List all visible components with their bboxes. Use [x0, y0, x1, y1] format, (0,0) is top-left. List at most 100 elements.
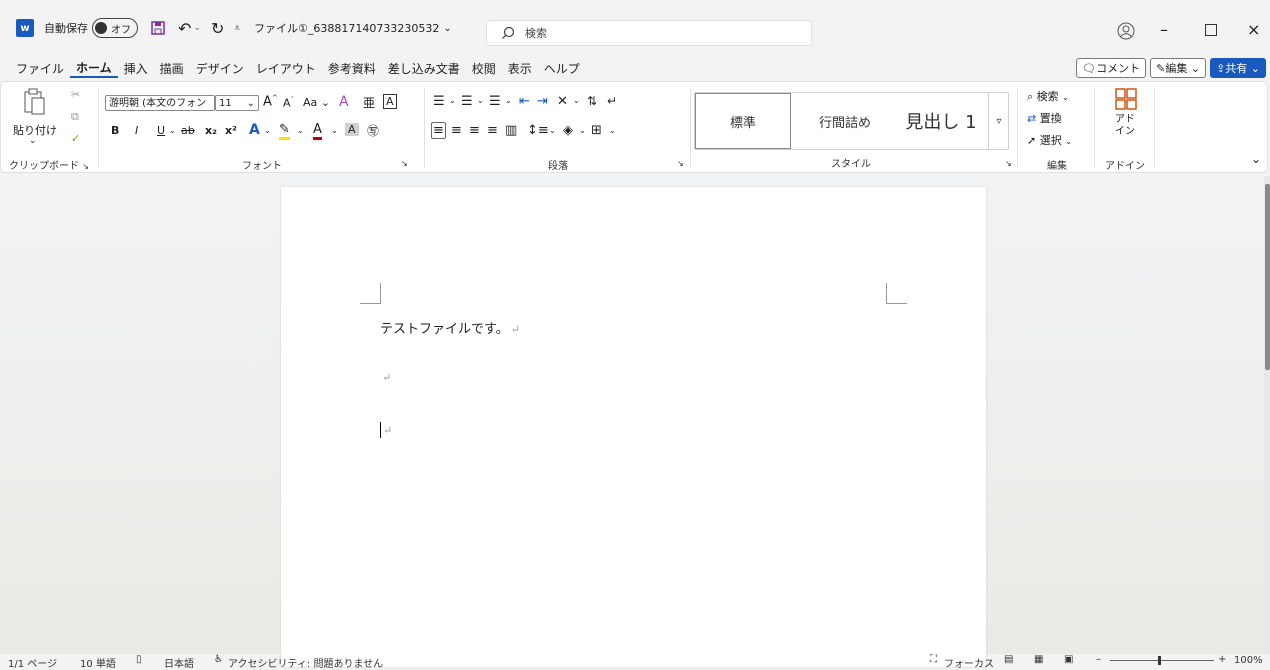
chevron-down-icon[interactable]: ⌄ — [505, 96, 512, 105]
grow-font-button[interactable]: A^ — [263, 94, 278, 109]
dialog-launcher-icon[interactable]: ↘ — [401, 159, 408, 168]
shrink-font-button[interactable]: Aˇ — [283, 96, 294, 110]
comments-button[interactable]: 🗨コメント — [1076, 58, 1147, 78]
shading-icon[interactable]: ◈ — [563, 123, 573, 138]
share-button[interactable]: ⇪共有 ⌄ — [1210, 58, 1266, 78]
minimize-icon[interactable]: – — [1160, 20, 1168, 39]
cut-icon[interactable]: ✂ — [71, 88, 80, 101]
tab-review[interactable]: 校閲 — [466, 60, 502, 77]
proofing-icon[interactable]: ▯ — [136, 654, 142, 665]
font-name-select[interactable]: 游明朝 (本文のフォン — [105, 95, 215, 111]
addins-button[interactable]: アド イン — [1115, 114, 1135, 138]
tab-view[interactable]: 表示 — [502, 60, 538, 77]
sort-icon[interactable]: ⇅ — [587, 94, 597, 108]
chevron-down-icon[interactable]: ⌄ — [477, 96, 484, 105]
underline-dropdown-icon[interactable]: ⌄ — [169, 126, 176, 135]
zoom-slider-thumb[interactable] — [1158, 656, 1161, 665]
chevron-down-icon[interactable]: ⌄ — [331, 126, 338, 135]
character-border-icon[interactable]: A — [383, 94, 397, 109]
superscript-button[interactable]: x² — [225, 124, 237, 137]
align-right-icon[interactable]: ≡ — [469, 123, 480, 138]
chevron-down-icon[interactable]: ⌄ — [579, 126, 586, 135]
chevron-down-icon[interactable]: ⌄ — [609, 126, 616, 135]
search-box[interactable]: 検索 — [486, 20, 812, 46]
read-mode-icon[interactable]: ▤ — [1004, 654, 1013, 665]
bullets-icon[interactable]: ☰ — [433, 94, 445, 109]
asian-layout-icon[interactable]: ✕ — [557, 94, 568, 109]
document-paragraph[interactable]: テストファイルです。 ↵ — [380, 318, 520, 337]
tab-draw[interactable]: 描画 — [154, 60, 190, 77]
undo-icon[interactable]: ↶ — [178, 19, 191, 38]
tab-layout[interactable]: レイアウト — [250, 60, 322, 77]
numbering-icon[interactable]: ☰ — [461, 94, 473, 109]
close-icon[interactable]: × — [1247, 20, 1260, 39]
maximize-icon[interactable] — [1205, 24, 1217, 36]
select-button[interactable]: ➚ 選択 ⌄ — [1027, 132, 1072, 148]
multilevel-list-icon[interactable]: ☰ — [489, 94, 501, 109]
customize-toolbar-icon[interactable]: ⩡ — [234, 23, 240, 34]
document-paragraph[interactable]: ↵ — [380, 370, 391, 385]
character-shading-icon[interactable]: A — [345, 123, 359, 136]
clear-formatting-icon[interactable]: A — [339, 94, 349, 110]
scrollbar-thumb[interactable] — [1265, 184, 1270, 370]
account-icon[interactable] — [1117, 22, 1135, 40]
chevron-down-icon[interactable]: ⌄ — [264, 126, 271, 135]
replace-button[interactable]: ⇄ 置換 — [1027, 110, 1062, 126]
styles-more-button[interactable]: ▿ — [988, 93, 1009, 149]
subscript-button[interactable]: x₂ — [205, 124, 217, 137]
paste-dropdown-icon[interactable]: ⌄ — [29, 136, 37, 146]
find-button[interactable]: ⌕ 検索 ⌄ — [1027, 88, 1069, 104]
bold-button[interactable]: B — [111, 124, 119, 137]
tab-mailings[interactable]: 差し込み文書 — [382, 60, 466, 77]
enclose-characters-icon[interactable]: ㊢ — [367, 122, 379, 139]
file-name-chevron-icon[interactable]: ⌄ — [443, 23, 451, 34]
chevron-down-icon[interactable]: ⌄ — [573, 96, 580, 105]
zoom-in-icon[interactable]: + — [1218, 654, 1226, 665]
font-color-icon[interactable]: A — [313, 122, 322, 140]
increase-indent-icon[interactable]: ⇥ — [537, 94, 548, 109]
dialog-launcher-icon[interactable]: ↘ — [677, 159, 684, 168]
zoom-out-icon[interactable]: – — [1096, 654, 1101, 665]
line-spacing-icon[interactable]: ↕≡ — [527, 123, 549, 138]
italic-button[interactable]: I — [135, 124, 138, 137]
style-heading-1[interactable]: 見出し 1 — [895, 93, 987, 149]
dialog-launcher-icon[interactable]: ↘ — [1005, 159, 1012, 168]
save-icon[interactable] — [150, 20, 166, 36]
zoom-level[interactable]: 100% — [1234, 655, 1263, 666]
tab-file[interactable]: ファイル — [10, 60, 70, 77]
tab-insert[interactable]: 挿入 — [118, 60, 154, 77]
borders-icon[interactable]: ⊞ — [591, 123, 602, 138]
show-formatting-icon[interactable]: ↵ — [607, 94, 617, 108]
zoom-slider[interactable] — [1110, 660, 1214, 661]
editing-mode-button[interactable]: ✎編集 ⌄ — [1150, 58, 1207, 78]
decrease-indent-icon[interactable]: ⇤ — [519, 94, 530, 109]
tab-references[interactable]: 参考資料 — [322, 60, 382, 77]
copy-icon[interactable]: ⧉ — [71, 110, 79, 124]
redo-icon[interactable]: ↻ — [211, 19, 224, 38]
underline-button[interactable]: U — [157, 124, 165, 137]
focus-icon[interactable]: ⛶ — [930, 654, 937, 665]
chevron-down-icon[interactable]: ⌄ — [449, 96, 456, 105]
paste-icon[interactable] — [23, 88, 47, 116]
change-case-button[interactable]: Aa ⌄ — [303, 96, 330, 109]
distributed-icon[interactable]: ▥ — [505, 123, 517, 138]
strikethrough-button[interactable]: ab — [181, 124, 195, 137]
align-center-icon[interactable]: ≡ — [451, 123, 462, 138]
highlight-icon[interactable]: ✎ — [279, 122, 290, 140]
tab-help[interactable]: ヘルプ — [538, 60, 586, 77]
file-name[interactable]: ファイル①_638817140733230532 — [254, 20, 439, 36]
format-painter-icon[interactable]: ✓ — [71, 132, 80, 145]
style-normal[interactable]: 標準 — [695, 93, 791, 149]
document-page[interactable]: テストファイルです。 ↵ ↵ ↵ — [281, 187, 986, 667]
autosave-toggle[interactable]: オフ — [92, 18, 138, 38]
addins-icon[interactable] — [1115, 88, 1137, 110]
dialog-launcher-icon[interactable]: ↘ — [82, 162, 89, 171]
collapse-ribbon-icon[interactable]: ⌄ — [1251, 152, 1261, 166]
tab-home[interactable]: ホーム — [70, 59, 118, 78]
text-effects-icon[interactable]: A — [249, 122, 260, 138]
phonetic-guide-icon[interactable]: 亜 — [363, 94, 375, 111]
justify-icon[interactable]: ≡ — [487, 123, 498, 138]
web-layout-icon[interactable]: ▣ — [1064, 654, 1073, 665]
document-paragraph[interactable]: ↵ — [380, 422, 392, 438]
style-no-spacing[interactable]: 行間詰め — [795, 93, 895, 149]
